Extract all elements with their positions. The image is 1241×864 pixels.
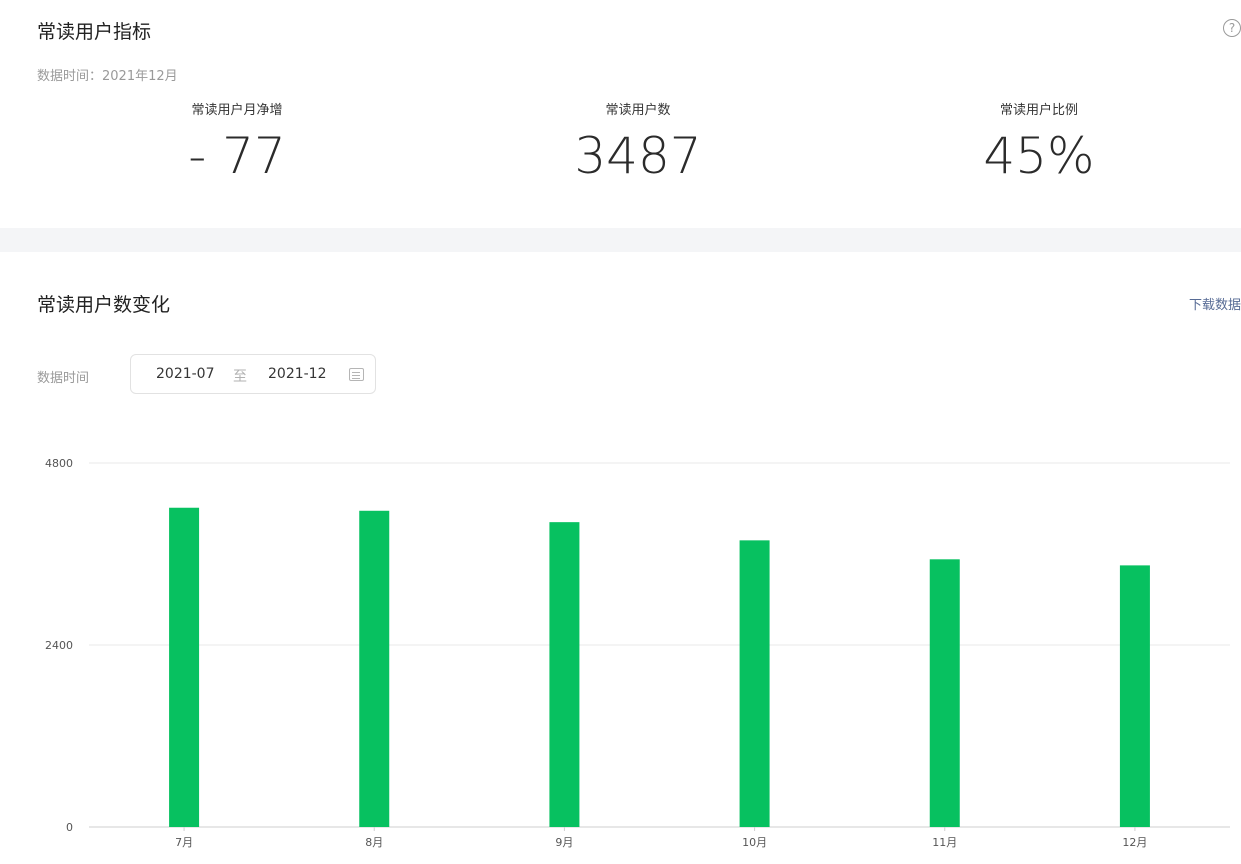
start-date[interactable]: 2021-07: [156, 366, 215, 382]
bar[interactable]: [549, 522, 580, 827]
data-time-label: 数据时间：2021年12月: [37, 69, 178, 84]
metric-value: - 77: [188, 127, 286, 185]
bar[interactable]: [929, 559, 960, 827]
bar[interactable]: [169, 507, 200, 827]
metrics-card: 常读用户指标 ? 数据时间：2021年12月 常读用户月净增 - 77 常读用户…: [0, 0, 1241, 228]
metric-user-ratio: 常读用户比例 45%: [889, 102, 1189, 184]
bar[interactable]: [1119, 565, 1150, 827]
chart-section-title: 常读用户数变化: [37, 294, 171, 316]
x-tick-label: 9月: [555, 836, 573, 849]
download-data-link[interactable]: 下载数据: [1189, 294, 1241, 313]
section-divider: [0, 228, 1241, 252]
metric-value: 45%: [983, 127, 1095, 185]
metric-value: 3487: [574, 127, 702, 185]
y-tick-label: 0: [66, 821, 73, 834]
page-title: 常读用户指标: [37, 21, 152, 43]
bar[interactable]: [739, 540, 770, 827]
end-date[interactable]: 2021-12: [268, 366, 327, 382]
x-tick-label: 7月: [175, 836, 193, 849]
question-circle-icon[interactable]: ?: [1223, 19, 1241, 37]
metric-label: 常读用户比例: [999, 103, 1078, 118]
user-count-bar-chart: 0 2400 4800 7月 8月 9月 10月 11月 12月: [45, 457, 1230, 849]
date-range-picker[interactable]: 2021-07 至 2021-12: [130, 354, 376, 394]
y-tick-label: 2400: [45, 639, 73, 652]
y-tick-label: 4800: [45, 457, 73, 470]
metric-label: 常读用户数: [605, 103, 671, 118]
range-separator: 至: [233, 369, 247, 385]
x-tick-label: 8月: [365, 836, 383, 849]
metric-label: 常读用户月净增: [191, 103, 283, 118]
bar[interactable]: [359, 510, 390, 827]
calendar-icon[interactable]: [349, 368, 364, 381]
x-tick-label: 12月: [1122, 836, 1147, 849]
x-tick-label: 11月: [932, 836, 957, 849]
metric-net-growth: 常读用户月净增 - 77: [87, 102, 387, 184]
x-tick-label: 10月: [742, 836, 767, 849]
date-range-label: 数据时间: [37, 371, 90, 386]
metric-user-count: 常读用户数 3487: [488, 102, 788, 184]
